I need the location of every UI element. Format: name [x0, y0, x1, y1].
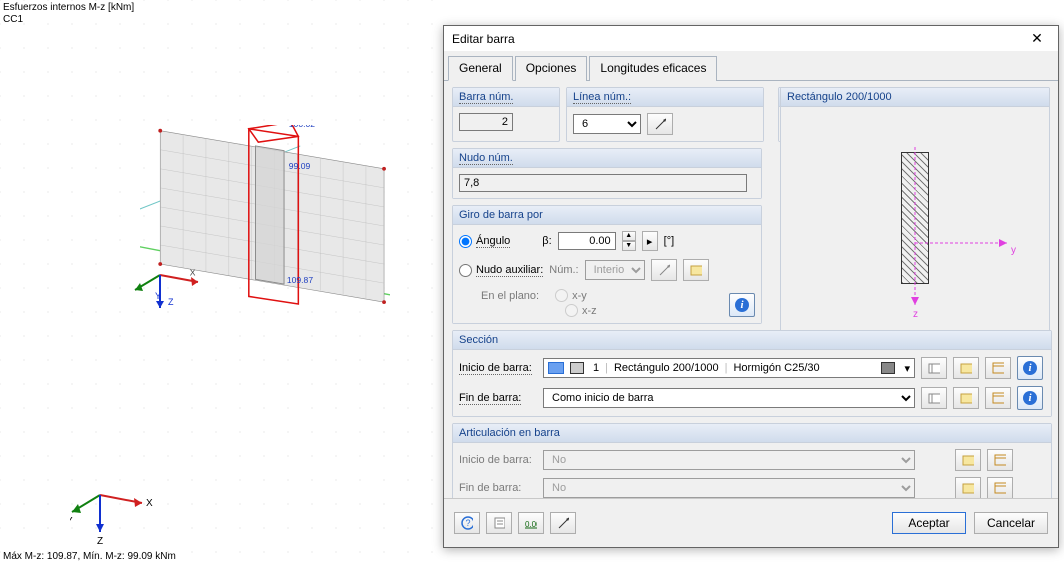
num-label: Núm.: [549, 264, 578, 276]
barra-num-field [459, 113, 513, 131]
section-new-button-2[interactable] [953, 387, 979, 409]
tab-longitudes[interactable]: Longitudes eficaces [589, 56, 717, 81]
axis-gizmo-corner: X Y Z [70, 470, 160, 550]
cancel-button[interactable]: Cancelar [974, 512, 1048, 534]
svg-text:z: z [913, 309, 918, 320]
group-barra-num: Barra núm. [453, 87, 559, 107]
beta-spin-down[interactable]: ▼ [622, 241, 636, 251]
inicio-barra-select[interactable]: 1 | Rectángulo 200/1000 | Hormigón C25/3… [543, 358, 915, 378]
beta-spin-right[interactable]: ▸ [642, 231, 658, 251]
beta-unit: [°] [664, 235, 675, 247]
fin-barra-label: Fin de barra: [459, 392, 537, 404]
pick-node-button[interactable] [651, 259, 677, 281]
tab-row: General Opciones Longitudes eficaces [444, 51, 1058, 81]
preview-title: Rectángulo 200/1000 [781, 87, 1049, 107]
close-button[interactable]: ✕ [1016, 26, 1058, 51]
svg-text:Z: Z [97, 536, 103, 547]
section-new-button[interactable] [953, 357, 979, 379]
chevron-down-icon: ▾ [904, 362, 910, 375]
artic-edit-button[interactable] [987, 449, 1013, 471]
section-gray-swatch-icon [570, 362, 584, 374]
units-button[interactable]: 0.00 [518, 512, 544, 534]
artic-new-button-2[interactable] [955, 477, 981, 499]
group-linea-num: Línea núm.: [567, 87, 763, 107]
pick-line-button[interactable] [647, 113, 673, 135]
new-node-button[interactable] [683, 259, 709, 281]
linea-num-select[interactable]: 6 [573, 114, 641, 134]
section-edit-button-2[interactable] [985, 387, 1011, 409]
section-dark-swatch-icon [881, 362, 895, 374]
tab-opciones[interactable]: Opciones [515, 56, 588, 81]
tab-general[interactable]: General [448, 56, 513, 81]
radio-xz: x-z [565, 304, 597, 317]
nudo-num-field [459, 174, 747, 192]
section-library-button[interactable] [921, 357, 947, 379]
svg-text:X: X [146, 498, 153, 509]
group-seccion: Sección [453, 330, 1051, 350]
pick-button[interactable] [550, 512, 576, 534]
inicio-barra-label: Inicio de barra: [459, 362, 537, 374]
artic-fin-select: No [543, 478, 915, 498]
fin-barra-select[interactable]: Como inicio de barra [543, 388, 915, 408]
info-button-giro[interactable]: i [729, 293, 755, 317]
section-preview: y z [781, 107, 1049, 329]
viewport-3d[interactable]: Esfuerzos internos M-z [kNm] CC1 Máx M-z… [0, 0, 442, 565]
viewport-title: Esfuerzos internos M-z [kNm] [3, 2, 134, 13]
ok-button[interactable]: Aceptar [892, 512, 966, 534]
artic-inicio-label: Inicio de barra: [459, 454, 537, 466]
artic-new-button[interactable] [955, 449, 981, 471]
group-giro: Giro de barra por [453, 205, 761, 225]
dialog-footer: ? 0.00 Aceptar Cancelar [444, 498, 1058, 547]
beta-spin-up[interactable]: ▲ [622, 231, 636, 241]
artic-fin-label: Fin de barra: [459, 482, 537, 494]
section-info-button-2[interactable]: i [1017, 386, 1043, 410]
beta-input[interactable] [558, 232, 616, 250]
svg-text:y: y [1011, 245, 1016, 256]
section-library-button-2[interactable] [921, 387, 947, 409]
viewport-status: Máx M-z: 109.87, Mín. M-z: 99.09 kNm [3, 551, 176, 562]
edit-bar-dialog: Editar barra ✕ General Opciones Longitud… [443, 25, 1059, 548]
artic-edit-button-2[interactable] [987, 477, 1013, 499]
svg-text:?: ? [466, 518, 471, 528]
dialog-titlebar[interactable]: Editar barra ✕ [444, 26, 1058, 51]
grid-dots [0, 0, 442, 565]
en-plano-label: En el plano: [481, 290, 539, 302]
dialog-title: Editar barra [452, 32, 515, 46]
group-articulacion: Articulación en barra [453, 423, 1051, 443]
group-nudo-num: Nudo núm. [453, 148, 761, 168]
beta-label: β: [542, 235, 551, 247]
svg-text:Y: Y [155, 291, 161, 301]
artic-inicio-select: No [543, 450, 915, 470]
radio-angulo[interactable]: Ángulo [459, 235, 510, 248]
svg-text:Z: Z [168, 297, 174, 307]
help-button[interactable]: ? [454, 512, 480, 534]
section-edit-button[interactable] [985, 357, 1011, 379]
svg-text:Y: Y [70, 516, 73, 527]
axis-gizmo-main: Y Z [130, 250, 210, 320]
radio-xy: x-y [555, 289, 587, 302]
interior-select: Interior [585, 260, 645, 280]
viewport-loadcase: CC1 [3, 14, 23, 25]
section-info-button[interactable]: i [1017, 356, 1043, 380]
section-blue-swatch-icon [548, 362, 564, 374]
note-button[interactable] [486, 512, 512, 534]
radio-nudo-aux[interactable]: Nudo auxiliar: [459, 264, 543, 277]
